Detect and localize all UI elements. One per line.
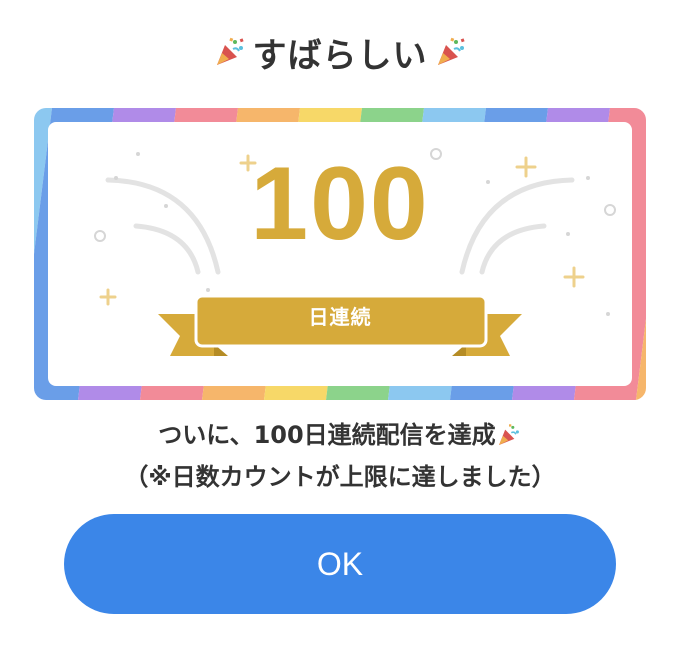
achievement-dialog: すばらしい 100 日連続 ついに、100日連続配信を達成 （※日数カウントが上…	[0, 0, 680, 655]
streak-count: 100	[250, 146, 430, 262]
ok-button[interactable]: OK	[64, 514, 616, 614]
message-line-1: ついに、100日連続配信を達成	[0, 414, 680, 456]
badge-card: 100 日連続	[48, 122, 632, 386]
message-line-2: （※日数カウントが上限に達しました）	[0, 456, 680, 498]
message-text-2: （※日数カウントが上限に達しました）	[124, 463, 556, 491]
streak-unit-label: 日連続	[308, 305, 372, 329]
dialog-title-row: すばらしい	[0, 26, 680, 78]
party-popper-icon	[498, 424, 519, 445]
party-popper-icon	[437, 37, 465, 65]
party-popper-icon	[216, 37, 244, 65]
dialog-message: ついに、100日連続配信を達成 （※日数カウントが上限に達しました）	[0, 414, 680, 498]
dialog-title: すばらしい	[252, 35, 428, 76]
streak-badge: 100 日連続	[34, 108, 646, 400]
message-text-1: ついに、100日連続配信を達成	[158, 421, 496, 449]
